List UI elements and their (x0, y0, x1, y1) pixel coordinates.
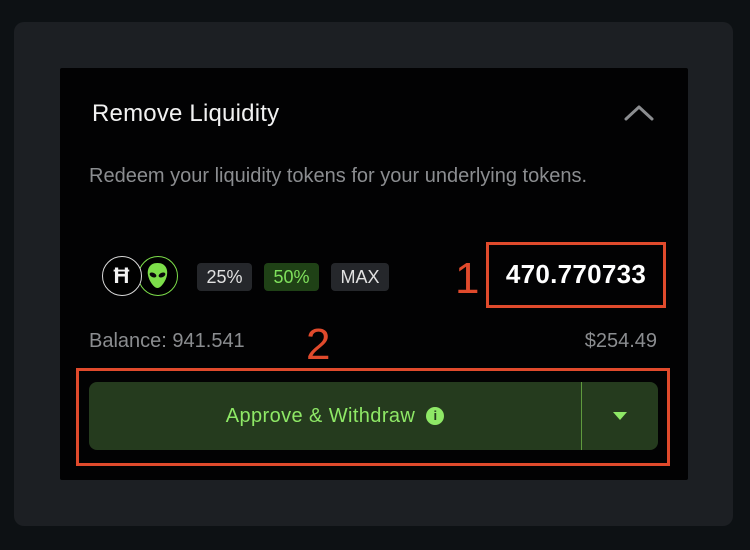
alien-token-icon (138, 256, 178, 296)
usd-value: $254.49 (584, 330, 657, 352)
annotation-box-2 (76, 368, 670, 466)
hbar-token-icon: Ħ (102, 256, 142, 296)
balance-label: Balance: 941.541 (89, 330, 245, 352)
chevron-up-icon (624, 105, 654, 121)
panel-description: Redeem your liquidity tokens for your un… (89, 165, 588, 187)
percent-25-button[interactable]: 25% (197, 263, 252, 291)
annotation-box-1 (486, 242, 666, 308)
percent-50-button[interactable]: 50% (264, 263, 319, 291)
hbar-symbol: Ħ (114, 263, 130, 288)
panel-title: Remove Liquidity (92, 100, 280, 127)
collapse-button[interactable] (620, 98, 658, 128)
annotation-label-2: 2 (306, 320, 331, 369)
annotation-label-1: 1 (455, 254, 480, 303)
max-button[interactable]: MAX (331, 263, 389, 291)
